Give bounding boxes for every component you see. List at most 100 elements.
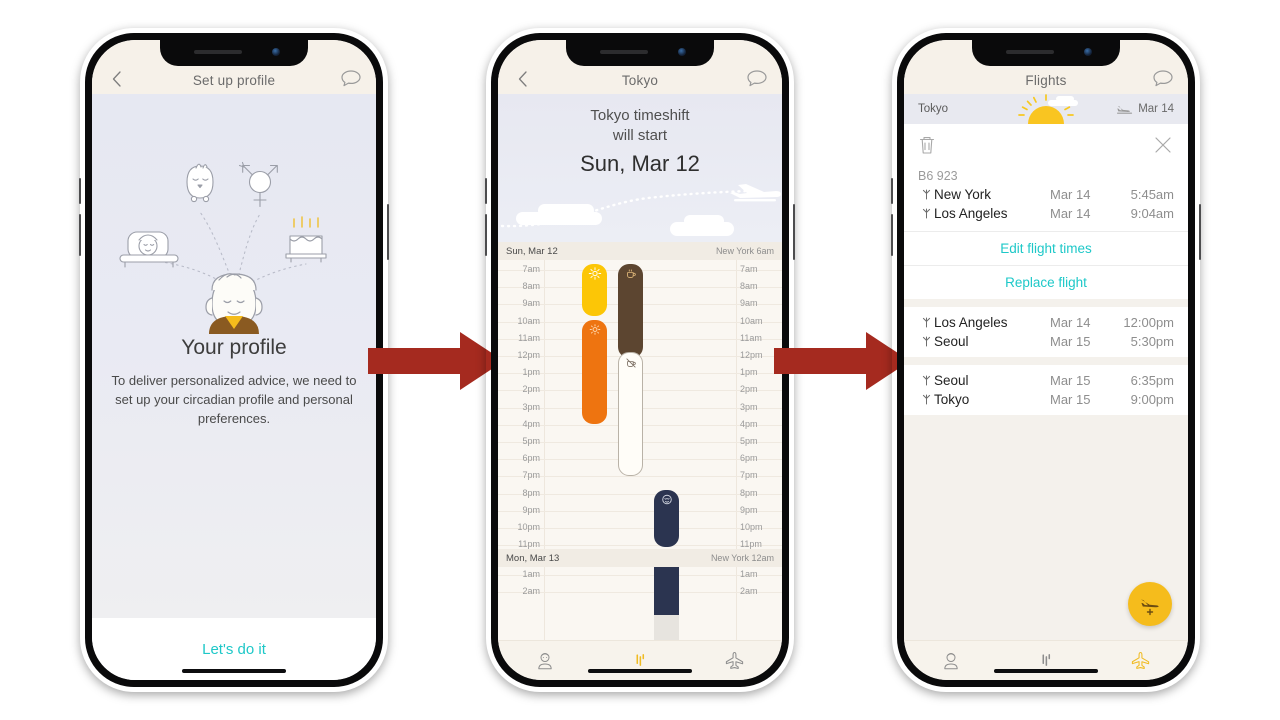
leg-date: Mar 15 bbox=[1050, 392, 1091, 407]
hour-label-right: 11am bbox=[740, 332, 762, 343]
bar-sleep-continued[interactable] bbox=[654, 567, 679, 615]
flight-leg-row: New York Mar 14 5:45am bbox=[904, 185, 1188, 204]
hour-label-left: 4pm bbox=[522, 418, 540, 429]
hour-label-right: 6pm bbox=[740, 453, 758, 464]
tab-flights[interactable] bbox=[687, 650, 782, 671]
hour-label-right: 9am bbox=[740, 298, 758, 309]
bar-sleep-tail[interactable] bbox=[654, 615, 679, 640]
tab-profile[interactable] bbox=[498, 651, 593, 671]
flight-item[interactable]: Los Angeles Mar 14 12:00pm Seoul Mar 15 … bbox=[904, 307, 1188, 357]
card-toolbar bbox=[904, 124, 1188, 165]
timeshift-date: Sun, Mar 12 bbox=[580, 150, 700, 176]
phone-2-tabbar bbox=[498, 640, 782, 680]
birthday-cake-icon bbox=[285, 216, 327, 263]
hour-label-left: 5pm bbox=[522, 436, 540, 446]
hour-label-left: 9pm bbox=[522, 504, 540, 515]
volume-down-button[interactable] bbox=[79, 214, 81, 256]
selected-flight-card: B6 923 New York Mar 14 5:45am Los Angele… bbox=[904, 124, 1188, 299]
bar-dim-light[interactable] bbox=[582, 320, 607, 424]
power-button[interactable] bbox=[1199, 204, 1201, 260]
timeline-day-header-1: Sun, Mar 12 New York 6am bbox=[498, 242, 782, 260]
hour-label-right: 7pm bbox=[740, 470, 758, 481]
tab-flights[interactable] bbox=[1093, 650, 1188, 671]
back-icon[interactable] bbox=[512, 68, 534, 90]
speech-bubble-icon[interactable] bbox=[1150, 66, 1176, 92]
phone-2-screen: Tokyo Tokyo timeshift will start Sun, Ma… bbox=[498, 40, 782, 680]
hour-label-left: 1am bbox=[522, 569, 540, 579]
profile-hero: Your profile To deliver personalized adv… bbox=[92, 94, 376, 618]
hour-label-right: 2pm bbox=[740, 384, 758, 395]
timeline-divider-left bbox=[544, 260, 545, 640]
replace-flight-label: Replace flight bbox=[1005, 275, 1087, 290]
leg-date: Mar 14 bbox=[1050, 206, 1091, 221]
leg-time: 9:04am bbox=[1130, 206, 1174, 221]
hour-label-left: 12pm bbox=[517, 350, 540, 360]
home-indicator[interactable] bbox=[994, 669, 1098, 673]
phone-3-screen: Flights Tokyo Mar 14 B6 923 New York Mar… bbox=[904, 40, 1188, 680]
avatar-face-icon bbox=[205, 273, 263, 334]
flight-leg-row: Tokyo Mar 15 9:00pm bbox=[904, 390, 1188, 409]
timeshift-heading-line2: will start bbox=[612, 127, 668, 145]
phone-3-tabbar bbox=[904, 640, 1188, 680]
timeshift-timeline[interactable]: Sun, Mar 12 New York 6am 7am 7am 8am 8am 9am… bbox=[498, 242, 782, 640]
leg-date: Mar 14 bbox=[1050, 315, 1091, 330]
speaker-grille-icon bbox=[600, 50, 648, 54]
dim-sun-icon bbox=[588, 323, 601, 341]
hour-label-right: 1am bbox=[740, 569, 758, 579]
speech-bubble-icon[interactable] bbox=[744, 66, 770, 92]
sunrise-icon bbox=[998, 94, 1094, 128]
speaker-grille-icon bbox=[1006, 50, 1054, 54]
volume-down-button[interactable] bbox=[891, 214, 893, 256]
bar-no-caffeine[interactable] bbox=[618, 352, 643, 476]
flow-arrow-1 bbox=[368, 332, 504, 395]
reference-zone: New York 6am bbox=[715, 246, 774, 256]
lets-do-it-label: Let's do it bbox=[202, 640, 266, 658]
add-flight-icon bbox=[1141, 599, 1159, 616]
edit-flight-times-label: Edit flight times bbox=[1000, 241, 1092, 256]
power-button[interactable] bbox=[793, 204, 795, 260]
flights-list[interactable]: B6 923 New York Mar 14 5:45am Los Angele… bbox=[904, 124, 1188, 640]
home-indicator[interactable] bbox=[588, 669, 692, 673]
screenshot-root: Set up profile Your profile To deliver p… bbox=[0, 0, 1280, 720]
trash-icon[interactable] bbox=[918, 135, 936, 160]
flight-item[interactable]: Seoul Mar 15 6:35pm Tokyo Mar 15 9:00pm bbox=[904, 365, 1188, 415]
home-indicator[interactable] bbox=[182, 669, 286, 673]
add-flight-button[interactable] bbox=[1128, 582, 1172, 626]
hour-label-right: 5pm bbox=[740, 436, 758, 446]
page-title: Tokyo bbox=[621, 73, 659, 88]
volume-up-button[interactable] bbox=[485, 178, 487, 204]
timeshift-heading: Tokyo timeshift will start bbox=[498, 106, 782, 147]
close-icon[interactable] bbox=[1152, 134, 1174, 161]
replace-flight-button[interactable]: Replace flight bbox=[904, 265, 1188, 299]
speech-bubble-icon[interactable] bbox=[338, 66, 364, 92]
hour-label-right: 1pm bbox=[740, 367, 758, 378]
back-icon[interactable] bbox=[106, 68, 128, 90]
volume-up-button[interactable] bbox=[891, 178, 893, 204]
leg-city: New York bbox=[934, 187, 992, 202]
volume-up-button[interactable] bbox=[79, 178, 81, 204]
day-label: Mon, Mar 13 bbox=[506, 552, 560, 564]
notch bbox=[160, 40, 308, 66]
power-button[interactable] bbox=[387, 204, 389, 260]
tab-profile[interactable] bbox=[904, 651, 999, 671]
notch bbox=[972, 40, 1120, 66]
hour-label-right: 11pm bbox=[740, 539, 762, 550]
tab-timeshift[interactable] bbox=[999, 651, 1094, 671]
bar-caffeine[interactable] bbox=[618, 264, 643, 358]
front-camera-icon bbox=[1084, 48, 1092, 56]
arrival-pin-icon bbox=[918, 207, 934, 220]
leg-date: Mar 15 bbox=[1050, 334, 1091, 349]
tab-timeshift[interactable] bbox=[593, 651, 688, 671]
no-coffee-icon bbox=[625, 356, 637, 374]
volume-down-button[interactable] bbox=[485, 214, 487, 256]
edit-flight-times-button[interactable]: Edit flight times bbox=[904, 231, 1188, 265]
hour-label-left: 11pm bbox=[518, 539, 540, 550]
bar-bright-light[interactable] bbox=[582, 264, 607, 316]
front-camera-icon bbox=[678, 48, 686, 56]
leg-time: 5:45am bbox=[1130, 187, 1174, 202]
hour-label-right: 2am bbox=[740, 586, 758, 597]
hour-label-left: 9am bbox=[522, 298, 540, 309]
bar-sleep[interactable] bbox=[654, 490, 679, 547]
timeshift-heading-line1: Tokyo timeshift bbox=[590, 107, 690, 124]
hour-label-right: 10am bbox=[740, 315, 763, 326]
